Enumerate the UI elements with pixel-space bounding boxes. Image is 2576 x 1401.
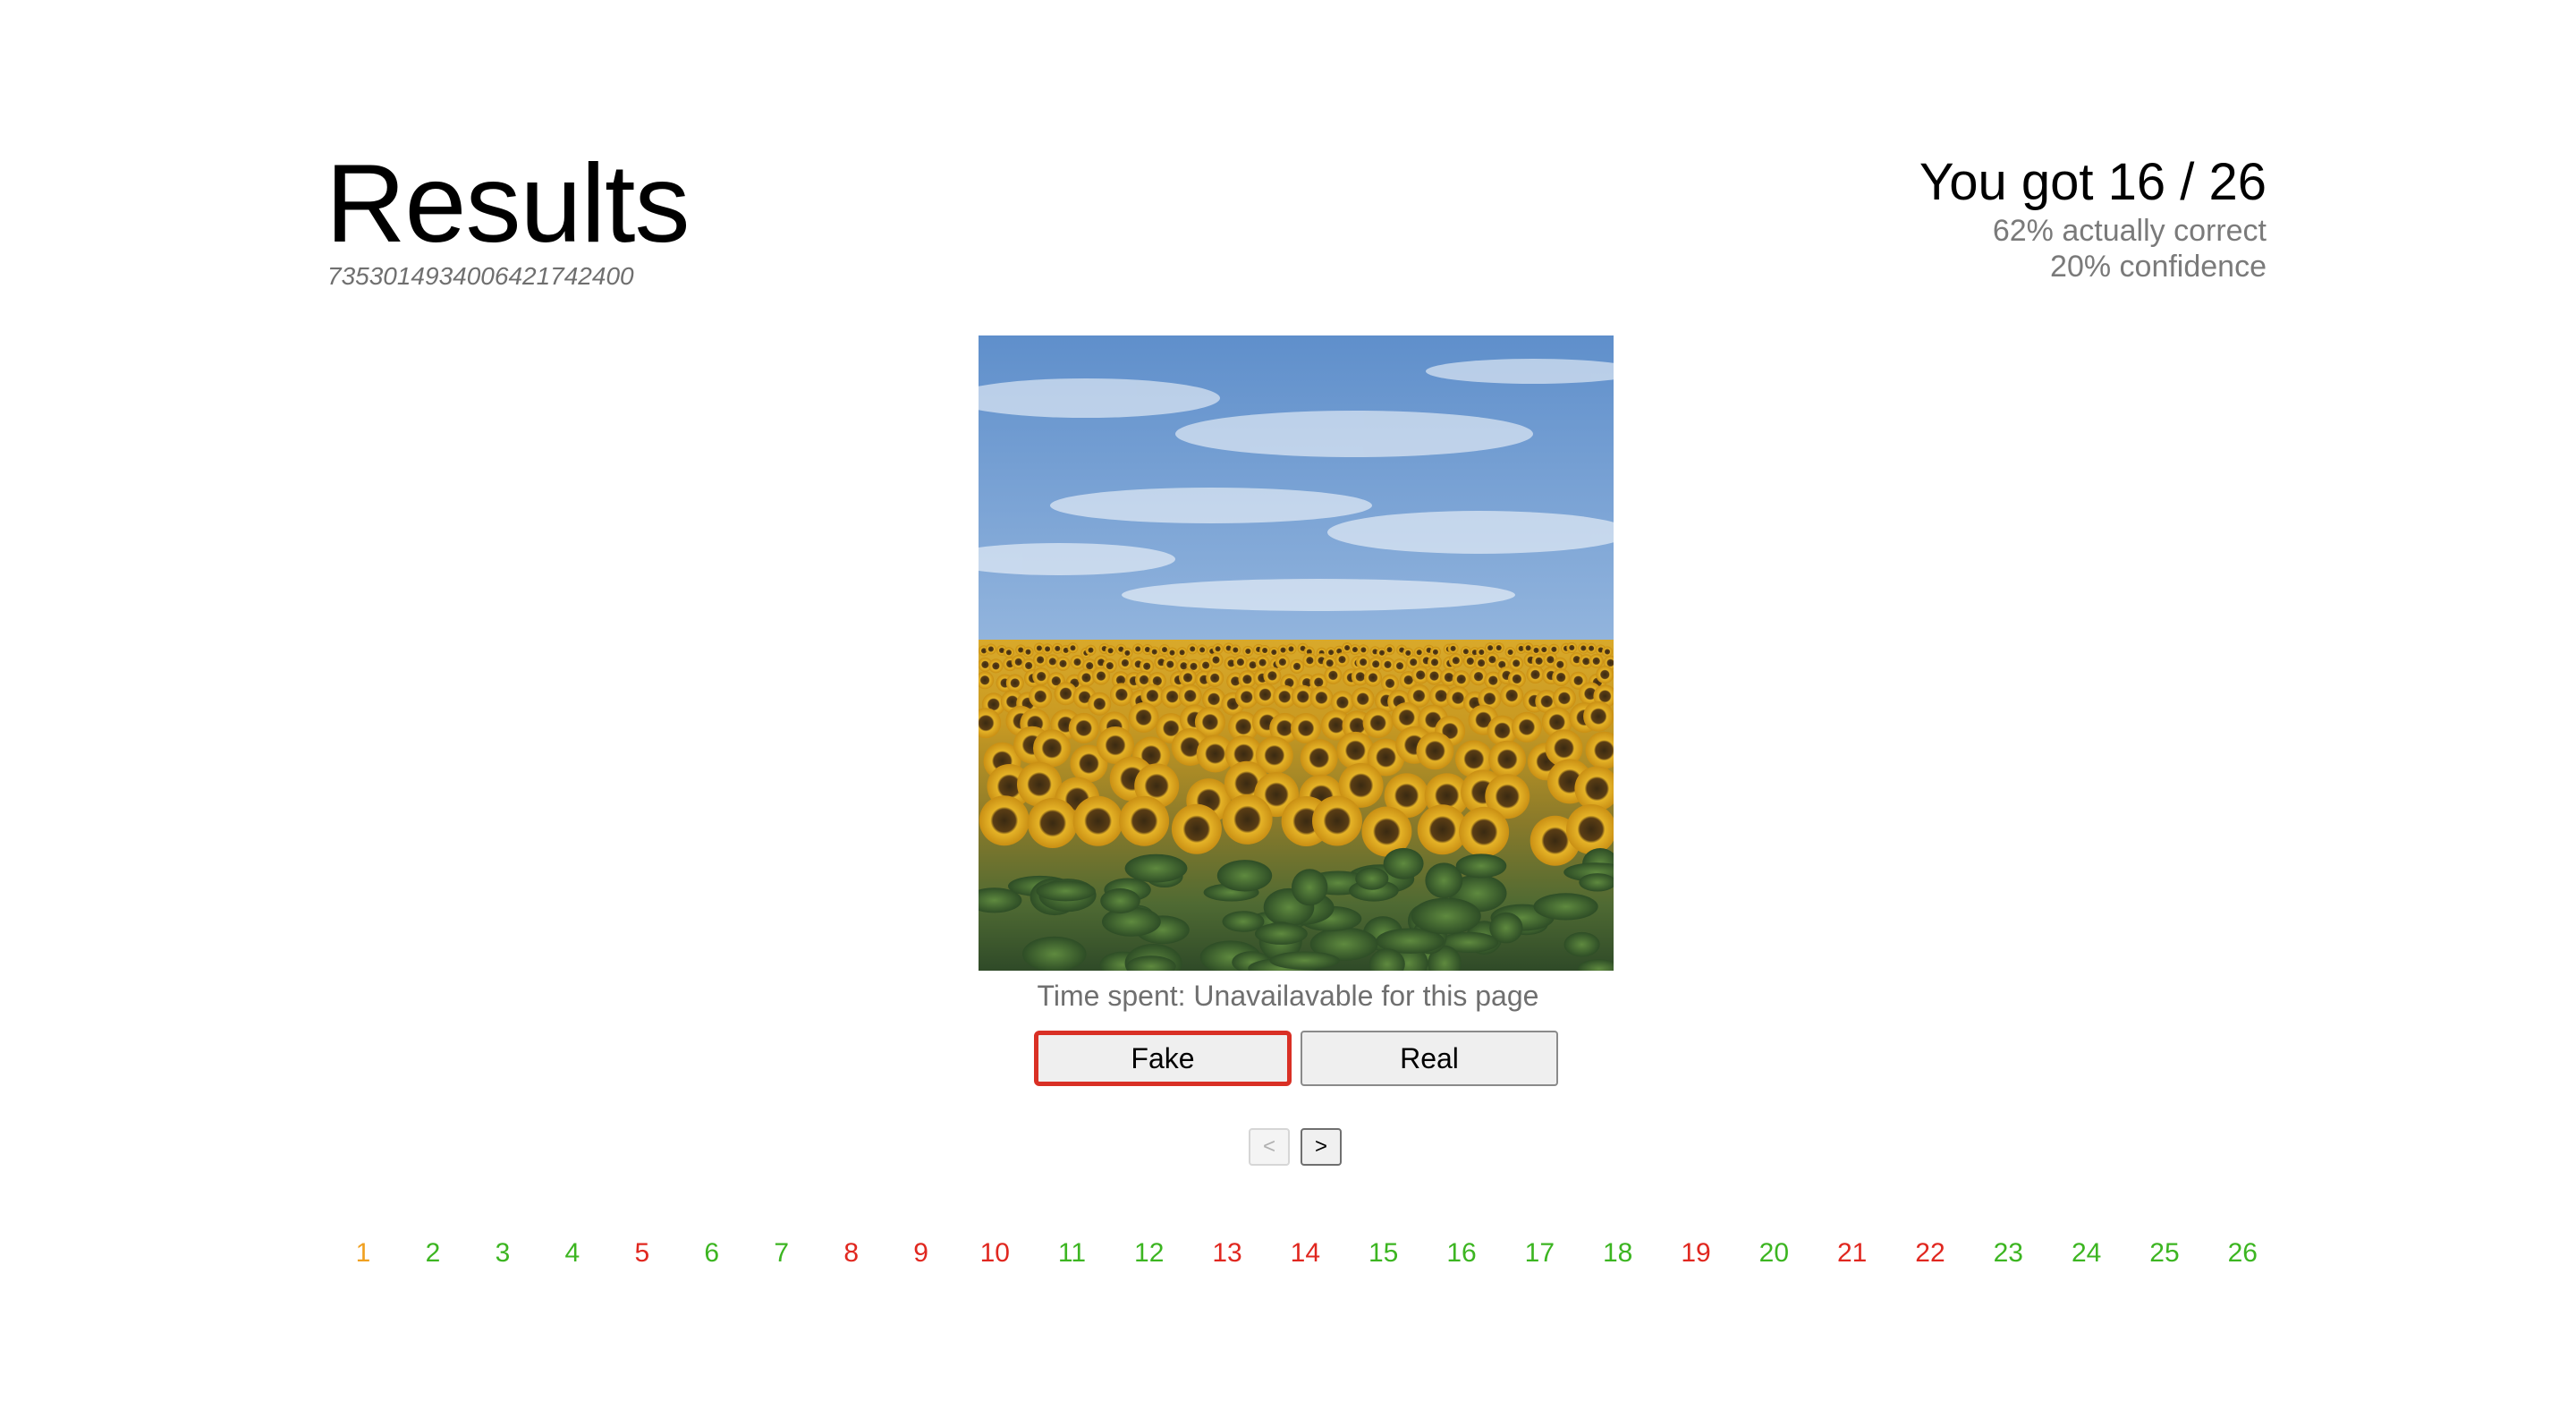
page-link-14[interactable]: 14 — [1291, 1235, 1320, 1271]
page-link-25[interactable]: 25 — [2149, 1235, 2179, 1271]
page-link-3[interactable]: 3 — [492, 1235, 513, 1271]
score-accuracy: 62% actually correct — [1992, 214, 2267, 248]
page-link-8[interactable]: 8 — [841, 1235, 862, 1271]
page-link-6[interactable]: 6 — [701, 1235, 723, 1271]
score-summary: You got 16 / 26 62% actually correct 20%… — [1919, 152, 2267, 284]
pager: < > — [1249, 1128, 1347, 1168]
fake-button[interactable]: Fake — [1034, 1031, 1292, 1086]
time-spent: Time spent: Unavailavable for this page — [1037, 980, 1539, 1012]
page-link-21[interactable]: 21 — [1837, 1235, 1867, 1271]
answer-buttons: Fake Real — [1034, 1031, 1562, 1088]
page-link-9[interactable]: 9 — [911, 1235, 932, 1271]
page-link-5[interactable]: 5 — [631, 1235, 653, 1271]
page-link-24[interactable]: 24 — [2072, 1235, 2101, 1271]
page-link-18[interactable]: 18 — [1603, 1235, 1632, 1271]
question-pagination: 1 2 3 4 5 6 7 8 9 10 11 12 13 14 15 16 17 18 19 20 21 22 23 24 2… — [352, 1231, 2258, 1276]
page-link-4[interactable]: 4 — [562, 1235, 583, 1271]
page-link-2[interactable]: 2 — [422, 1235, 444, 1271]
page-link-11[interactable]: 11 — [1058, 1235, 1086, 1271]
sunflower-field-photo — [979, 335, 1614, 971]
page-link-12[interactable]: 12 — [1134, 1235, 1164, 1271]
page-title: Results — [326, 142, 690, 266]
page-link-17[interactable]: 17 — [1525, 1235, 1555, 1271]
previous-button[interactable]: < — [1249, 1128, 1290, 1166]
page-link-15[interactable]: 15 — [1368, 1235, 1398, 1271]
real-button[interactable]: Real — [1301, 1031, 1558, 1086]
page-link-20[interactable]: 20 — [1759, 1235, 1789, 1271]
page-link-13[interactable]: 13 — [1212, 1235, 1241, 1271]
score-total: You got 16 / 26 — [1919, 153, 2267, 211]
page-link-22[interactable]: 22 — [1915, 1235, 1945, 1271]
page-link-10[interactable]: 10 — [980, 1235, 1010, 1271]
results-header: Results 7353014934006421742400 You got 1… — [326, 143, 2267, 304]
page-link-7[interactable]: 7 — [771, 1235, 792, 1271]
page-link-19[interactable]: 19 — [1681, 1235, 1710, 1271]
page-link-26[interactable]: 26 — [2228, 1235, 2258, 1271]
session-id: 7353014934006421742400 — [327, 262, 634, 290]
page-link-23[interactable]: 23 — [1994, 1235, 2023, 1271]
page-link-16[interactable]: 16 — [1446, 1235, 1476, 1271]
next-button[interactable]: > — [1301, 1128, 1342, 1166]
page-link-1[interactable]: 1 — [352, 1235, 374, 1271]
score-confidence: 20% confidence — [2050, 250, 2267, 284]
